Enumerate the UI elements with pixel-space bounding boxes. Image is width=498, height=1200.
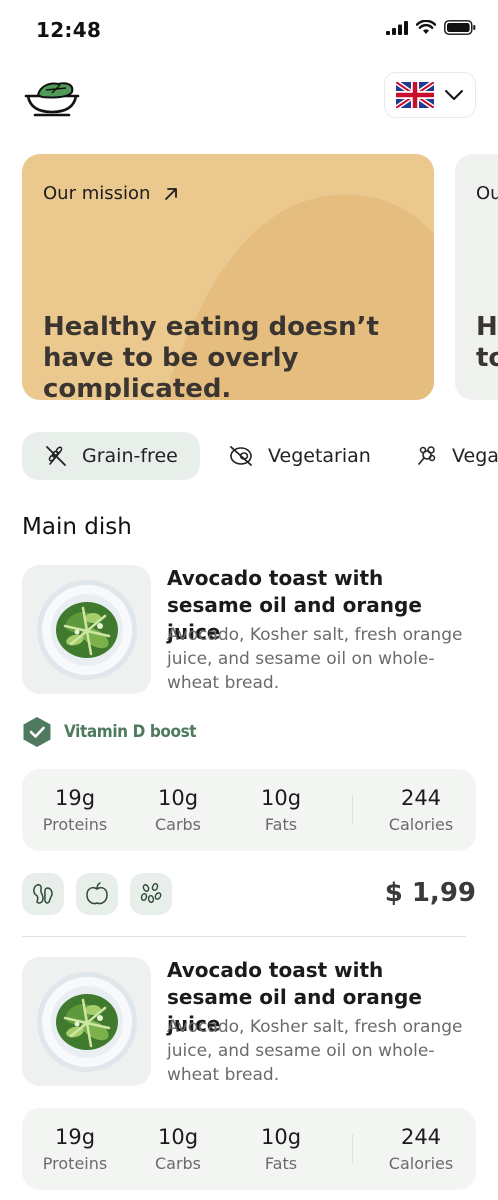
dish-image — [22, 957, 151, 1086]
nutrition-panel: 19g Proteins 10g Carbs 10g Fats 244 Calo… — [22, 1108, 476, 1190]
nutrition-value: 19g — [54, 786, 96, 810]
diet-filters: Grain-free Vegetarian Vegan — [22, 432, 498, 480]
nutrition-value: 10g — [157, 1125, 199, 1149]
second-card-text: H to — [476, 312, 498, 373]
signal-icon — [386, 20, 408, 35]
top-bar — [0, 66, 498, 126]
wifi-icon — [416, 20, 436, 34]
tag-beans[interactable] — [22, 873, 64, 915]
filter-vegetarian[interactable]: Vegetarian — [206, 432, 393, 480]
nutrition-value: 10g — [157, 786, 199, 810]
filter-label: Vegetarian — [268, 445, 371, 467]
nutrition-proteins: 19g Proteins — [30, 1124, 120, 1175]
dish-item[interactable]: Avocado toast with sesame oil and orange… — [22, 957, 476, 1087]
dish-divider — [22, 936, 466, 937]
mission-carousel[interactable]: Our mission Healthy eating doesn’t have … — [22, 154, 498, 402]
nutrition-fats: 10g Fats — [236, 785, 326, 836]
vegan-icon — [418, 446, 436, 465]
nutrition-value: 244 — [400, 1125, 442, 1149]
nutrition-calories: 244 Calories — [376, 1124, 466, 1175]
grain-free-icon — [46, 446, 66, 466]
seeds-icon — [140, 883, 162, 904]
nutrition-label: Calories — [388, 815, 454, 834]
nutrition-proteins: 19g Proteins — [30, 785, 120, 836]
nutrition-label: Proteins — [42, 815, 108, 834]
check-shield-icon — [23, 717, 51, 747]
nutrition-panel: 19g Proteins 10g Carbs 10g Fats 244 Calo… — [22, 769, 476, 851]
chevron-down-icon — [445, 90, 463, 100]
second-card[interactable]: Ou H to — [455, 154, 498, 400]
nutrition-label: Calories — [388, 1154, 454, 1173]
tag-apple[interactable] — [76, 873, 118, 915]
nutrition-carbs: 10g Carbs — [133, 1124, 223, 1175]
nutrition-value: 10g — [260, 1125, 302, 1149]
apple-icon — [86, 882, 108, 905]
filter-label: Grain-free — [82, 445, 178, 467]
filter-label: Vegan — [452, 445, 498, 467]
nutrition-divider — [352, 795, 353, 825]
filter-grain-free[interactable]: Grain-free — [22, 432, 200, 480]
status-bar: 12:48 — [0, 0, 498, 60]
section-title: Main dish — [22, 514, 132, 540]
nutrition-carbs: 10g Carbs — [133, 785, 223, 836]
mission-card[interactable]: Our mission Healthy eating doesn’t have … — [22, 154, 434, 400]
language-select[interactable] — [384, 72, 476, 118]
dish-description: Avocado, Kosher salt, fresh orange juice… — [167, 1017, 463, 1085]
status-time: 12:48 — [36, 18, 102, 42]
dish-image — [22, 565, 151, 694]
nutrition-value: 10g — [260, 786, 302, 810]
tag-seeds[interactable] — [130, 873, 172, 915]
nutrition-label: Carbs — [154, 1154, 202, 1173]
nutrition-calories: 244 Calories — [376, 785, 466, 836]
dish-description: Avocado, Kosher salt, fresh orange juice… — [167, 625, 463, 693]
vitamin-badge: Vitamin D boost — [22, 716, 197, 748]
bowl-logo-icon[interactable] — [22, 72, 82, 120]
nutrition-label: Proteins — [42, 1154, 108, 1173]
mission-label[interactable]: Our mission — [43, 183, 178, 204]
mission-text: Healthy eating doesn’t have to be overly… — [43, 312, 379, 400]
battery-icon — [444, 20, 476, 35]
status-icons — [386, 20, 476, 35]
uk-flag-icon — [396, 82, 434, 108]
nutrition-fats: 10g Fats — [236, 1124, 326, 1175]
nutrition-label: Fats — [264, 1154, 298, 1173]
second-card-label: Ou — [476, 183, 498, 204]
dish-price: $ 1,99 — [384, 878, 476, 908]
filter-vegan[interactable]: Vegan — [392, 432, 498, 480]
vegetarian-icon — [230, 446, 252, 466]
arrow-up-right-icon — [165, 187, 178, 200]
nutrition-divider — [352, 1134, 353, 1164]
beans-icon — [33, 884, 53, 904]
nutrition-value: 19g — [54, 1125, 96, 1149]
nutrition-label: Carbs — [154, 815, 202, 834]
dish-item[interactable]: Avocado toast with sesame oil and orange… — [22, 565, 476, 695]
ingredient-tags — [22, 873, 172, 915]
badge-label: Vitamin D boost — [64, 722, 197, 742]
nutrition-label: Fats — [264, 815, 298, 834]
nutrition-value: 244 — [400, 786, 442, 810]
mission-label-text: Our mission — [43, 183, 151, 204]
